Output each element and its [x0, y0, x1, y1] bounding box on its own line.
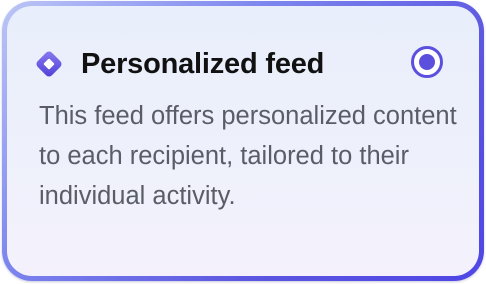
radio-selected-dot	[419, 54, 435, 70]
card-description: This feed offers personalized content to…	[39, 102, 457, 210]
card-header: Personalized feed	[33, 44, 324, 84]
diamond-feed-icon	[33, 48, 65, 80]
card-title: Personalized feed	[81, 48, 325, 80]
personalized-feed-option-card[interactable]: Personalized feed This feed offers perso…	[2, 1, 484, 281]
card-body[interactable]: Personalized feed This feed offers perso…	[7, 6, 479, 276]
selected-radio-button[interactable]	[411, 46, 443, 78]
